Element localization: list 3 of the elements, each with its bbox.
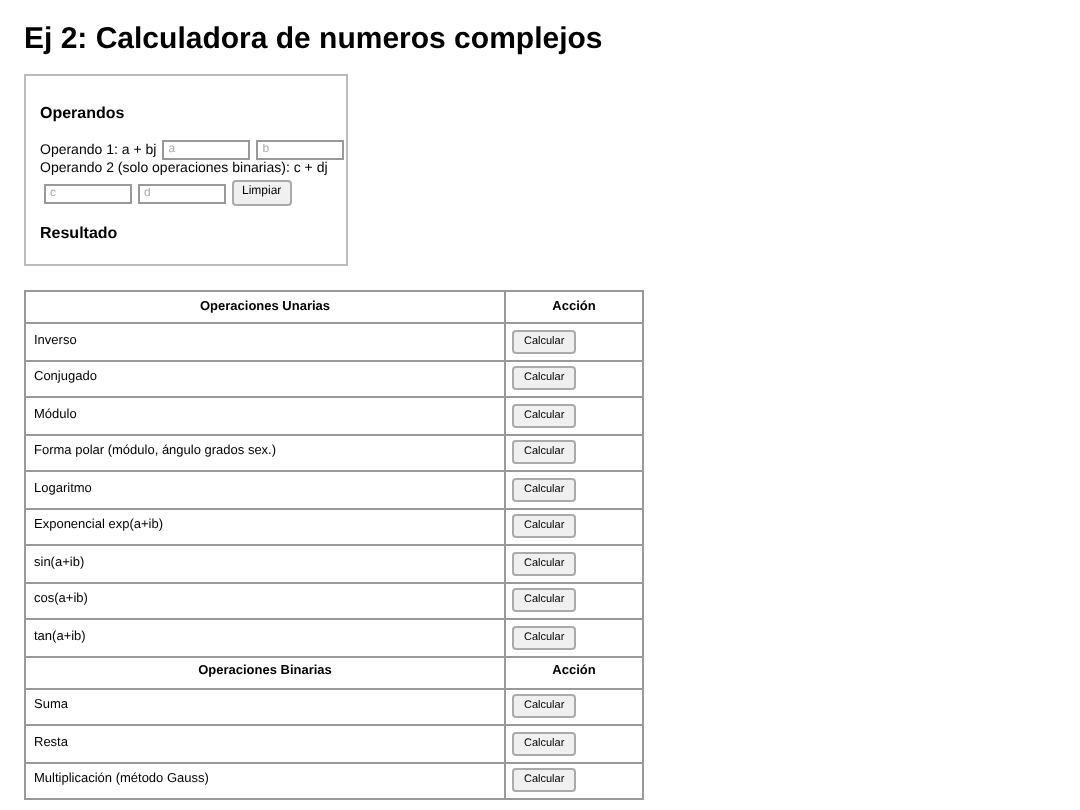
- section-heading: Operandos: [40, 104, 125, 124]
- section-heading: Resultado: [40, 224, 118, 244]
- page-title: Ej 2: Calculadora de numeros complejos: [24, 20, 603, 58]
